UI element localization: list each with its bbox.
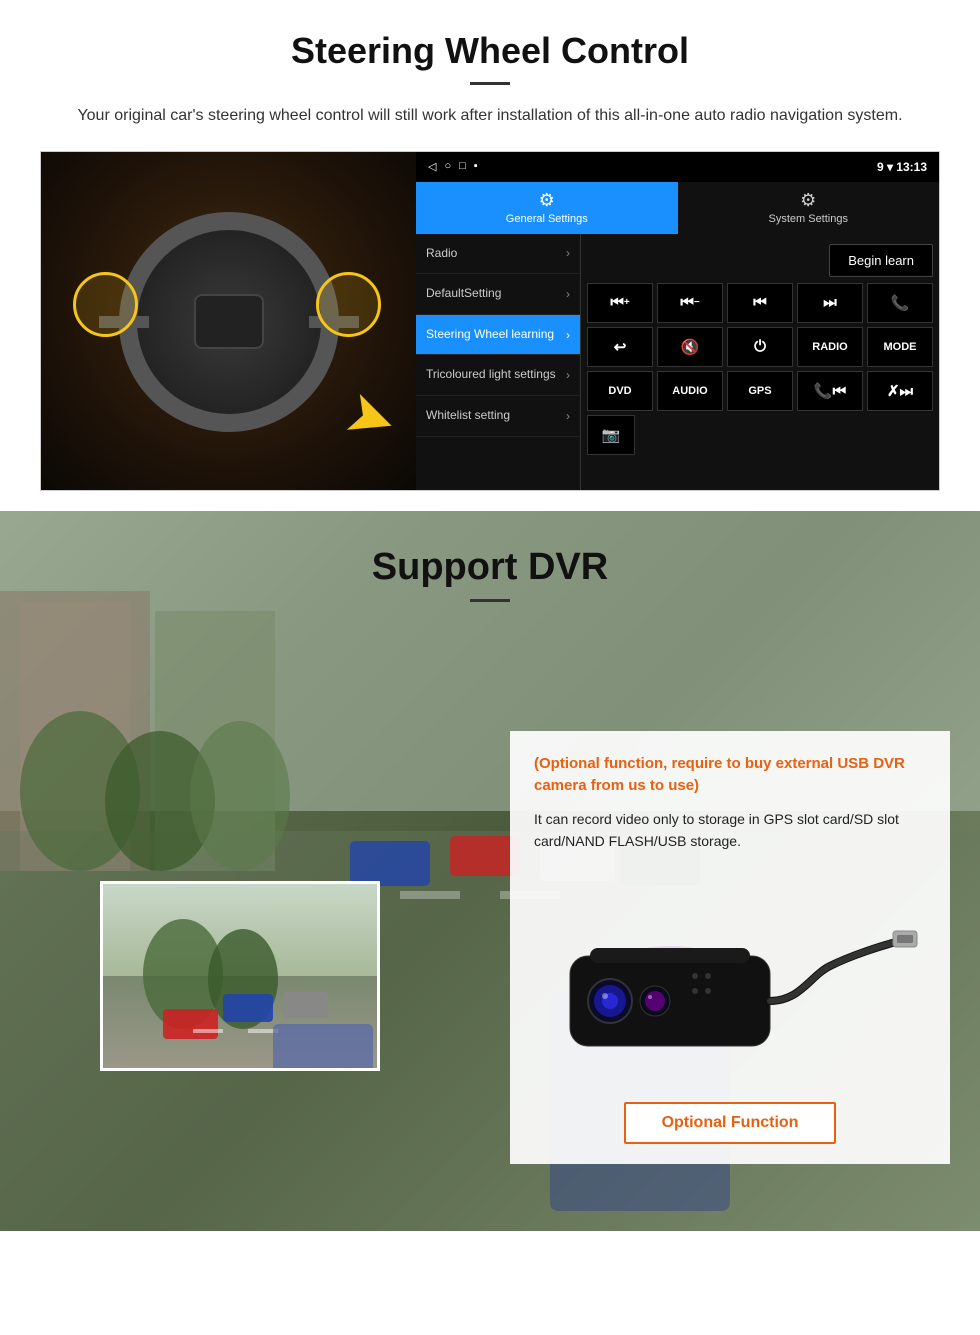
tab-system-settings[interactable]: ⚙ System Settings bbox=[678, 182, 940, 234]
highlight-left bbox=[73, 272, 138, 337]
android-statusbar: ◁ ○ □ ▪ 9 ▾ 13:13 bbox=[416, 152, 939, 182]
menu-tricoloured-label: Tricoloured light settings bbox=[426, 367, 556, 383]
ctrl-vol-up[interactable]: ⏮+ bbox=[587, 283, 653, 323]
steering-subtitle: Your original car's steering wheel contr… bbox=[40, 103, 940, 129]
steering-title: Steering Wheel Control bbox=[40, 30, 940, 72]
ctrl-gps[interactable]: GPS bbox=[727, 371, 793, 411]
menu-item-defaultsetting[interactable]: DefaultSetting › bbox=[416, 274, 580, 315]
optional-function-button[interactable]: Optional Function bbox=[624, 1102, 837, 1144]
ctrl-camera[interactable]: 📷 bbox=[587, 415, 635, 455]
steering-wheel bbox=[119, 212, 339, 432]
dvr-camera-image bbox=[534, 866, 926, 1086]
thumbnail-content bbox=[103, 884, 377, 1068]
wheel-background: ➤ bbox=[41, 152, 416, 491]
steering-photo: ➤ bbox=[41, 152, 416, 491]
ctrl-radio[interactable]: RADIO bbox=[797, 327, 863, 367]
dvr-section: Support DVR (Optional function, requ bbox=[0, 511, 980, 1231]
ctrl-prev-track[interactable]: ⏮ bbox=[727, 283, 793, 323]
ctrl-power[interactable]: ⏻ bbox=[727, 327, 793, 367]
android-menu-list: Radio › DefaultSetting › Steering Wheel … bbox=[416, 234, 581, 490]
android-panel: ◁ ○ □ ▪ 9 ▾ 13:13 ⚙ General Settings ⚙ S… bbox=[416, 152, 939, 490]
ctrl-back[interactable]: ↩ bbox=[587, 327, 653, 367]
highlight-right bbox=[316, 272, 381, 337]
back-icon: ◁ bbox=[428, 160, 436, 173]
dvr-divider bbox=[470, 599, 510, 602]
title-divider bbox=[470, 82, 510, 85]
wheel-center bbox=[194, 294, 264, 349]
menu-steering-label: Steering Wheel learning bbox=[426, 327, 554, 343]
begin-learn-row: Begin learn bbox=[587, 240, 933, 279]
menu-item-whitelist[interactable]: Whitelist setting › bbox=[416, 396, 580, 437]
home-icon: ○ bbox=[444, 160, 451, 173]
android-content: Radio › DefaultSetting › Steering Wheel … bbox=[416, 234, 939, 490]
thumbnail-scene bbox=[103, 884, 377, 1068]
recents-icon: □ bbox=[459, 160, 466, 173]
general-settings-icon: ⚙ bbox=[539, 190, 555, 211]
tab-general-settings[interactable]: ⚙ General Settings bbox=[416, 182, 678, 234]
ctrl-mute-next[interactable]: ✗⏭ bbox=[867, 371, 933, 411]
menu-radio-arrow: › bbox=[566, 246, 570, 260]
menu-default-arrow: › bbox=[566, 287, 570, 301]
ctrl-phone[interactable]: 📞 bbox=[867, 283, 933, 323]
steering-section: Steering Wheel Control Your original car… bbox=[0, 0, 980, 511]
ctrl-mute[interactable]: 🔇 bbox=[657, 327, 723, 367]
control-row-1: ⏮+ ⏮− ⏮ ⏭ 📞 bbox=[587, 283, 933, 323]
steering-control-panel: Begin learn ⏮+ ⏮− ⏮ ⏭ 📞 ↩ 🔇 ⏻ bbox=[581, 234, 939, 490]
menu-steering-arrow: › bbox=[566, 328, 570, 342]
control-row-3: DVD AUDIO GPS 📞⏮ ✗⏭ bbox=[587, 371, 933, 411]
status-time: 9 ▾ 13:13 bbox=[877, 160, 927, 174]
menu-item-radio[interactable]: Radio › bbox=[416, 234, 580, 275]
ctrl-mode[interactable]: MODE bbox=[867, 327, 933, 367]
menu-whitelist-arrow: › bbox=[566, 409, 570, 423]
statusbar-left-icons: ◁ ○ □ ▪ bbox=[428, 160, 478, 173]
android-tabs: ⚙ General Settings ⚙ System Settings bbox=[416, 182, 939, 234]
ctrl-vol-down[interactable]: ⏮− bbox=[657, 283, 723, 323]
dvr-thumbnail bbox=[100, 881, 380, 1071]
ctrl-dvd[interactable]: DVD bbox=[587, 371, 653, 411]
menu-radio-label: Radio bbox=[426, 246, 457, 262]
menu-whitelist-label: Whitelist setting bbox=[426, 408, 510, 424]
begin-learn-button[interactable]: Begin learn bbox=[829, 244, 933, 277]
menu-item-tricoloured[interactable]: Tricoloured light settings › bbox=[416, 355, 580, 396]
menu-icon: ▪ bbox=[474, 160, 478, 173]
menu-defaultsetting-label: DefaultSetting bbox=[426, 286, 501, 302]
ctrl-phone-prev[interactable]: 📞⏮ bbox=[797, 371, 863, 411]
dvr-title-area: Support DVR bbox=[0, 511, 980, 627]
menu-item-steering-wheel-learning[interactable]: Steering Wheel learning › bbox=[416, 315, 580, 356]
steering-demo-area: ➤ ◁ ○ □ ▪ 9 ▾ 13:13 ⚙ General Settings bbox=[40, 151, 940, 491]
dvr-optional-note: (Optional function, require to buy exter… bbox=[534, 753, 926, 798]
dvr-camera-svg bbox=[540, 876, 920, 1076]
dvr-info-box: (Optional function, require to buy exter… bbox=[510, 731, 950, 1165]
ctrl-next-track[interactable]: ⏭ bbox=[797, 283, 863, 323]
control-row-4: 📷 bbox=[587, 415, 933, 455]
tab-system-label: System Settings bbox=[769, 213, 848, 225]
tab-general-label: General Settings bbox=[506, 213, 588, 225]
dvr-title: Support DVR bbox=[0, 546, 980, 589]
control-row-2: ↩ 🔇 ⏻ RADIO MODE bbox=[587, 327, 933, 367]
yellow-arrow: ➤ bbox=[335, 375, 406, 458]
system-settings-icon: ⚙ bbox=[800, 190, 816, 211]
dvr-description: It can record video only to storage in G… bbox=[534, 808, 926, 853]
menu-tricoloured-arrow: › bbox=[566, 368, 570, 382]
ctrl-audio[interactable]: AUDIO bbox=[657, 371, 723, 411]
